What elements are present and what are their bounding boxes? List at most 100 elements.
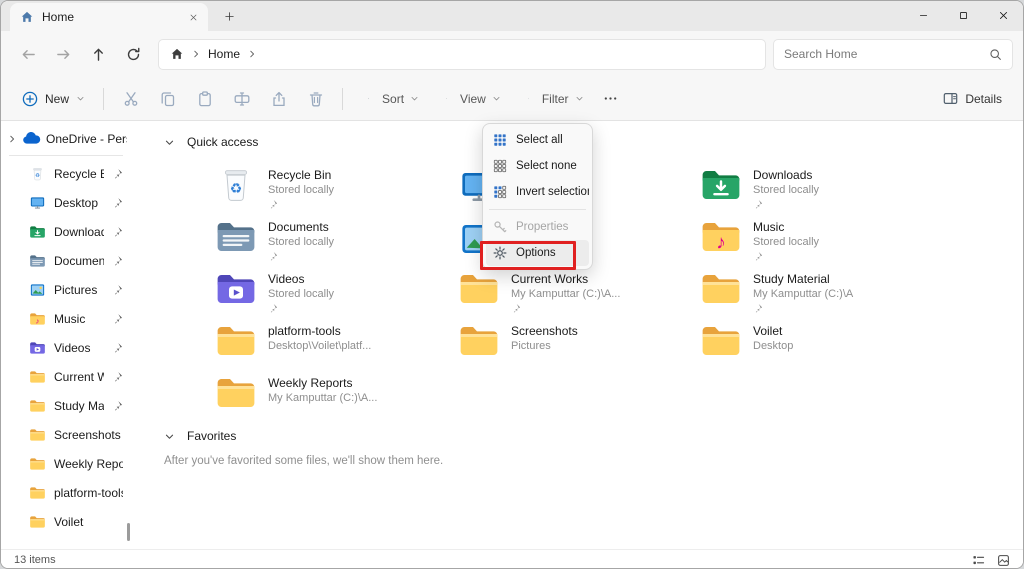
item-name: Recycle Bin xyxy=(268,168,334,183)
search-icon xyxy=(989,48,1002,61)
item-name: Downloads xyxy=(753,168,819,183)
sidebar-divider xyxy=(9,155,123,156)
sidebar-item-pictures[interactable]: Pictures xyxy=(1,275,131,304)
item-location: Stored locally xyxy=(268,287,334,301)
breadcrumb-home[interactable]: Home xyxy=(208,47,240,61)
sidebar-item-music[interactable]: Music xyxy=(1,304,131,333)
new-label: New xyxy=(45,92,69,106)
close-button[interactable] xyxy=(983,1,1023,30)
grid-item-videos[interactable]: Videos Stored locally xyxy=(215,271,451,313)
menu-item-select-all[interactable]: Select all xyxy=(486,127,589,153)
sidebar-item-weekly-reports[interactable]: Weekly Reports xyxy=(1,449,131,478)
onedrive-cloud-icon xyxy=(22,132,41,145)
view-button[interactable]: View xyxy=(429,82,511,115)
folder-icon xyxy=(700,323,742,359)
grid-item-weekly-reports[interactable]: Weekly Reports My Kamputtar (C:)\A... xyxy=(215,375,451,411)
sidebar-item-downloads[interactable]: Downloads xyxy=(1,217,131,246)
item-location: Stored locally xyxy=(753,235,819,249)
sidebar-item-voilet[interactable]: Voilet xyxy=(1,507,131,536)
folder-icon xyxy=(29,370,46,384)
sidebar-item-current-work[interactable]: Current Work xyxy=(1,362,131,391)
menu-item-properties: Properties xyxy=(486,214,589,240)
grid-item-downloads[interactable]: Downloads Stored locally xyxy=(700,167,936,209)
grid-item-current-works[interactable]: Current Works My Kamputtar (C:)\A... xyxy=(458,271,694,313)
cut-button[interactable] xyxy=(112,82,149,115)
search-box[interactable] xyxy=(773,39,1013,70)
item-location: My Kamputtar (C:)\A... xyxy=(511,287,620,301)
grid-item-documents[interactable]: Documents Stored locally xyxy=(215,219,451,261)
new-button[interactable]: New xyxy=(12,82,95,115)
rename-button[interactable] xyxy=(223,82,260,115)
see-more-button[interactable] xyxy=(594,82,628,115)
search-input[interactable] xyxy=(784,47,981,61)
tab-close-button[interactable] xyxy=(184,8,202,26)
back-icon xyxy=(21,47,36,62)
pin-icon xyxy=(753,251,763,261)
pin-icon xyxy=(268,303,278,313)
item-location: Stored locally xyxy=(753,183,819,197)
quick-access-header[interactable]: Quick access xyxy=(164,135,258,149)
folder-icon xyxy=(29,515,46,529)
view-icon xyxy=(439,91,454,106)
menu-item-invert-selection[interactable]: Invert selection xyxy=(486,179,589,205)
details-view-icon[interactable] xyxy=(972,554,985,567)
breadcrumb[interactable]: Home xyxy=(158,39,766,70)
grid-item-screenshots[interactable]: Screenshots Pictures xyxy=(458,323,694,359)
sidebar-item-study-material[interactable]: Study Materi xyxy=(1,391,131,420)
up-button[interactable] xyxy=(81,39,116,70)
share-button[interactable] xyxy=(260,82,297,115)
details-button[interactable]: Details xyxy=(933,82,1012,115)
pin-icon xyxy=(112,313,123,324)
view-toggles xyxy=(972,554,1010,567)
sidebar-item-platform-tools[interactable]: platform-tools xyxy=(1,478,131,507)
copy-icon xyxy=(160,91,176,107)
sidebar-item-label: Documents xyxy=(54,254,104,268)
filter-button[interactable]: Filter xyxy=(511,82,594,115)
paste-button[interactable] xyxy=(186,82,223,115)
copy-button[interactable] xyxy=(149,82,186,115)
delete-button[interactable] xyxy=(297,82,334,115)
documents-folder-icon xyxy=(215,219,257,255)
sidebar-scrollbar[interactable] xyxy=(127,523,130,541)
menu-item-label: Select none xyxy=(516,160,577,172)
item-location: My Kamputtar (C:)\A xyxy=(753,287,853,301)
folder-icon xyxy=(215,375,257,411)
sidebar-item-videos[interactable]: Videos xyxy=(1,333,131,362)
tab-title: Home xyxy=(42,10,176,24)
sidebar-item-recycle-bin[interactable]: Recycle Bin xyxy=(1,159,131,188)
plus-circle-icon xyxy=(22,91,38,107)
favorites-header[interactable]: Favorites xyxy=(164,429,236,443)
pictures-icon xyxy=(29,283,46,297)
minimize-button[interactable] xyxy=(903,1,943,30)
maximize-button[interactable] xyxy=(943,1,983,30)
chevron-down-icon xyxy=(410,94,419,103)
grid-item-recycle-bin[interactable]: Recycle Bin Stored locally xyxy=(215,167,451,209)
sidebar-item-documents[interactable]: Documents xyxy=(1,246,131,275)
grid-item-study-material[interactable]: Study Material My Kamputtar (C:)\A xyxy=(700,271,936,313)
details-label: Details xyxy=(965,92,1002,106)
trash-icon xyxy=(308,91,324,107)
forward-button[interactable] xyxy=(46,39,81,70)
new-tab-button[interactable] xyxy=(216,3,242,29)
pin-icon xyxy=(268,251,278,261)
sidebar-item-desktop[interactable]: Desktop xyxy=(1,188,131,217)
pin-icon xyxy=(753,303,763,313)
home-icon xyxy=(170,47,184,61)
filter-icon xyxy=(521,91,536,106)
grid-item-music[interactable]: Music Stored locally xyxy=(700,219,936,261)
sidebar-item-onedrive[interactable]: OneDrive - Pers xyxy=(1,125,131,152)
annotation-highlight-box xyxy=(480,241,576,270)
grid-item-voilet[interactable]: Voilet Desktop xyxy=(700,323,936,359)
sort-button[interactable]: Sort xyxy=(351,82,429,115)
back-button[interactable] xyxy=(11,39,46,70)
grid-item-platform-tools[interactable]: platform-tools Desktop\Voilet\platf... xyxy=(215,323,451,359)
sidebar-item-screenshots[interactable]: Screenshots xyxy=(1,420,131,449)
recycle-bin-icon xyxy=(29,167,46,181)
menu-item-select-none[interactable]: Select none xyxy=(486,153,589,179)
refresh-button[interactable] xyxy=(116,39,151,70)
title-bar: Home xyxy=(1,1,1023,31)
tab-home[interactable]: Home xyxy=(10,3,208,31)
folder-icon xyxy=(29,428,46,442)
thumbnail-view-icon[interactable] xyxy=(997,554,1010,567)
folder-icon xyxy=(29,486,46,500)
